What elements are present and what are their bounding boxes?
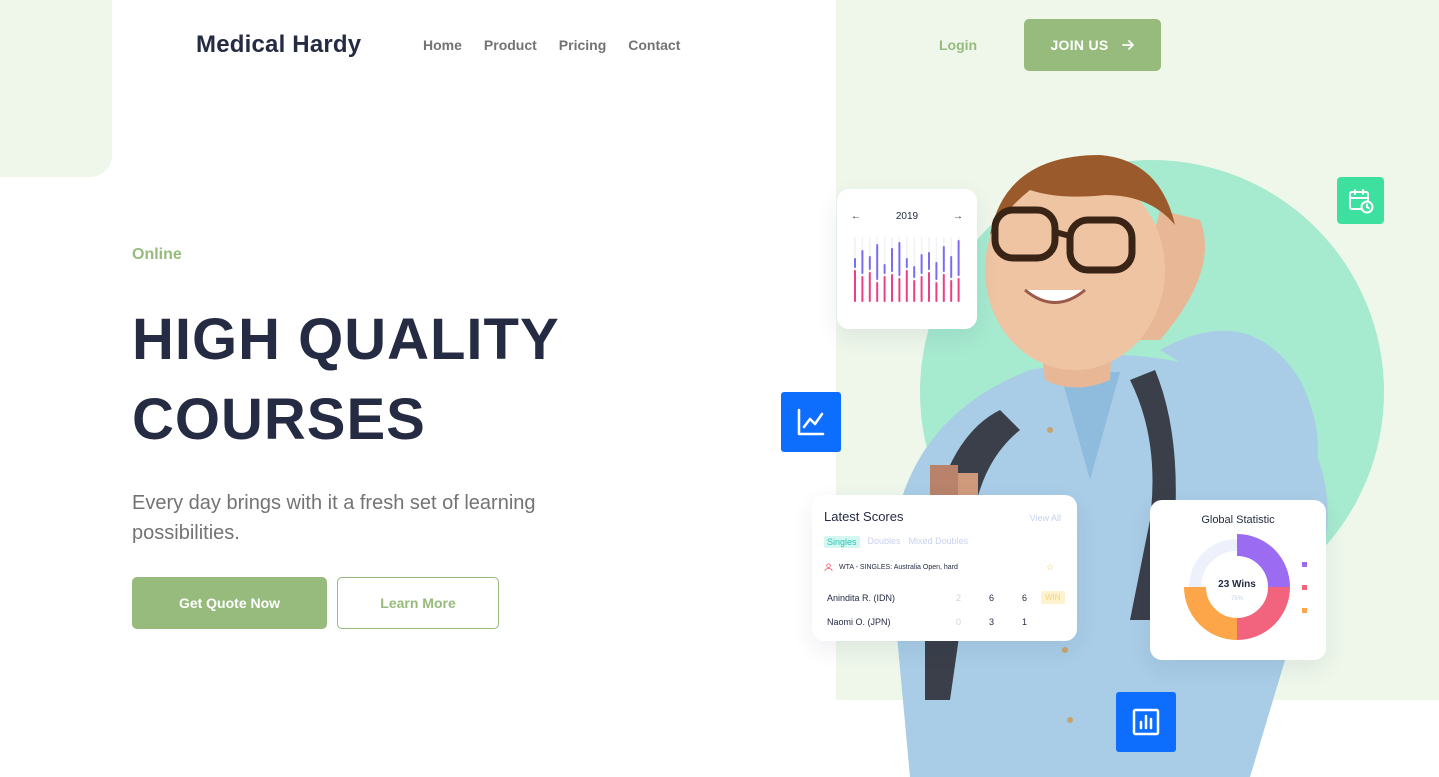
tab-mixed-doubles[interactable]: Mixed Doubles: [909, 536, 969, 548]
player-name: Naomi O. (JPN): [827, 617, 891, 627]
next-year-arrow-icon[interactable]: →: [953, 211, 963, 222]
join-us-button[interactable]: JOIN US: [1024, 19, 1161, 71]
analytics-tile[interactable]: [781, 392, 841, 452]
nav-contact[interactable]: Contact: [628, 37, 680, 53]
match-title: WTA - SINGLES: Australia Open, hard: [839, 564, 958, 571]
legend-dot-pink: [1302, 585, 1307, 590]
win-badge: WIN: [1041, 591, 1065, 604]
user-icon: [824, 563, 833, 572]
hero-eyebrow: Online: [132, 246, 182, 263]
arrow-right-icon: [1121, 40, 1134, 50]
learn-more-button[interactable]: Learn More: [337, 577, 499, 629]
tab-singles[interactable]: Singles: [824, 536, 860, 548]
set-score: 2: [955, 592, 961, 603]
hero-title-line-2: COURSES: [132, 387, 426, 452]
nav-product[interactable]: Product: [484, 37, 537, 53]
hero-title: HIGH QUALITY COURSES: [132, 300, 560, 460]
main-nav: Home Product Pricing Contact: [423, 37, 680, 53]
tab-doubles[interactable]: Doubles: [868, 536, 901, 548]
bar-chart-icon: [1132, 708, 1160, 736]
score-row: Naomi O. (JPN) 0 3 1: [827, 617, 1067, 627]
set-score: 6: [1021, 592, 1027, 603]
join-us-label: JOIN US: [1050, 37, 1109, 53]
scores-title: Latest Scores: [824, 509, 904, 524]
set-score: 6: [988, 592, 994, 603]
hero-title-line-1: HIGH QUALITY: [132, 307, 560, 372]
decorative-left-tab: [0, 0, 112, 177]
get-quote-button[interactable]: Get Quote Now: [132, 577, 327, 629]
year-label: 2019: [895, 211, 919, 222]
donut-center-sub: 75%: [1231, 596, 1244, 602]
score-row: Anindita R. (IDN) 2 6 6 WIN: [827, 591, 1067, 604]
donut-segment: [1236, 586, 1290, 640]
calendar-clock-icon: [1348, 188, 1373, 213]
prev-year-arrow-icon[interactable]: ←: [851, 211, 861, 222]
stats-tile[interactable]: [1116, 692, 1176, 752]
statistic-title: Global Statistic: [1201, 514, 1275, 526]
year-bar-chart: [854, 237, 960, 302]
donut-center-label: 23 Wins: [1218, 579, 1256, 590]
nav-home[interactable]: Home: [423, 37, 462, 53]
wins-donut-chart: 23 Wins 75%: [1184, 534, 1290, 640]
set-score: 1: [1021, 617, 1027, 627]
set-score: 0: [955, 617, 961, 627]
login-link[interactable]: Login: [939, 37, 977, 53]
legend-dot-orange: [1302, 608, 1307, 613]
score-tabs: Singles Doubles Mixed Doubles: [824, 536, 968, 548]
nav-pricing[interactable]: Pricing: [559, 37, 606, 53]
set-score: 3: [988, 617, 994, 627]
legend-dot-purple: [1302, 562, 1307, 567]
global-statistic-card: Global Statistic 23 Wins 75%: [1150, 500, 1326, 660]
line-chart-icon: [797, 408, 825, 436]
view-all-link[interactable]: View All: [1030, 513, 1061, 523]
donut-segment: [1184, 586, 1238, 640]
hero-subtitle: Every day brings with it a fresh set of …: [132, 492, 536, 544]
statistic-legend: [1302, 562, 1307, 613]
site-logo[interactable]: Medical Hardy: [196, 31, 361, 59]
year-chart-card: ← 2019 →: [837, 189, 977, 329]
latest-scores-card: Latest Scores View All Singles Doubles M…: [812, 495, 1077, 641]
calendar-tile[interactable]: [1337, 177, 1384, 224]
player-name: Anindita R. (IDN): [827, 592, 896, 603]
star-icon[interactable]: ☆: [1046, 562, 1054, 573]
match-info: WTA - SINGLES: Australia Open, hard ☆: [824, 562, 1054, 573]
